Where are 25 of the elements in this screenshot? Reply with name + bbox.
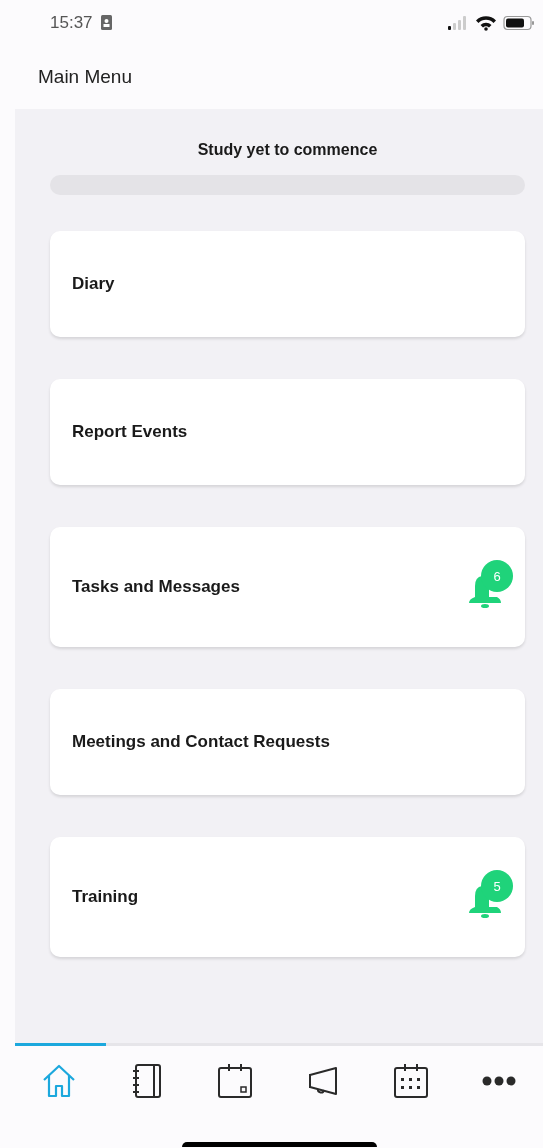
signal-icon [447,14,469,31]
menu-card[interactable]: Tasks and Messages 6 [50,527,525,647]
badge-count: 6 [492,568,502,586]
menu-card[interactable]: Meetings and Contact Requests [50,689,525,795]
study-status: Study yet to commence [197,140,378,160]
menu-card-title: Report Events [72,421,188,444]
status-time: 15:37 [50,11,93,34]
menu-card-title: Training [72,886,139,909]
menu-card[interactable]: Report Events [50,379,525,485]
calendar-icon[interactable] [217,1063,253,1099]
battery-icon [503,14,535,31]
menu-card-title: Meetings and Contact Requests [72,731,330,754]
menu-card-title: Diary [72,273,115,296]
wifi-icon [475,14,497,31]
calendar-grid-icon[interactable] [393,1063,429,1099]
menu-card-title: Tasks and Messages [72,576,240,599]
screen-title: Main Menu [38,64,132,89]
megaphone-icon[interactable] [307,1065,339,1097]
id-badge-icon [100,15,112,30]
home-icon[interactable] [41,1063,77,1099]
more-icon[interactable] [482,1076,516,1086]
menu-card[interactable]: Training 5 [50,837,525,957]
badge-count: 5 [492,878,502,896]
menu-card[interactable]: Diary [50,231,525,337]
notebook-icon[interactable] [132,1063,162,1099]
